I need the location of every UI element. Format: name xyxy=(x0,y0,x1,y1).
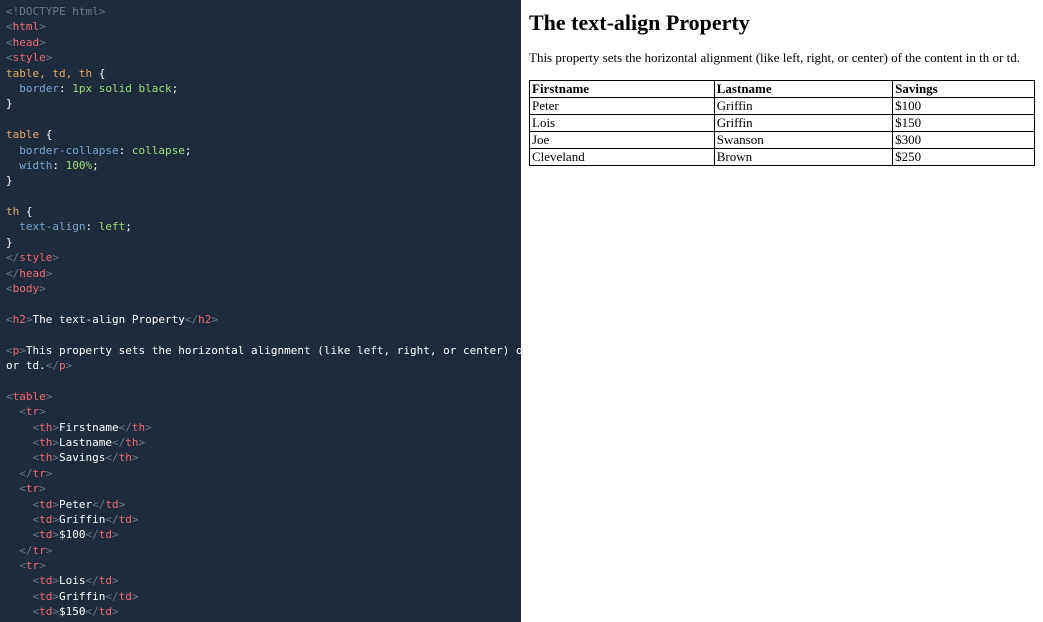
code-css-selector: table, td, th xyxy=(6,67,92,80)
code-css-prop: width xyxy=(6,159,52,172)
code-tag-style: style xyxy=(13,51,46,64)
code-text-h2: The text-align Property xyxy=(33,313,185,326)
table-cell: $150 xyxy=(893,115,1035,132)
code-tag-h2: h2 xyxy=(13,313,26,326)
code-tag-table: table xyxy=(13,390,46,403)
code-doctype-html: html xyxy=(66,5,99,18)
table-cell: $100 xyxy=(893,98,1035,115)
table-cell: Griffin xyxy=(714,98,892,115)
table-header-cell: Lastname xyxy=(714,81,892,98)
code-css-prop: text-align xyxy=(6,220,85,233)
table-cell: Joe xyxy=(530,132,715,149)
table-row: ClevelandBrown$250 xyxy=(530,149,1035,166)
table-cell: Griffin xyxy=(714,115,892,132)
code-css-selector: table xyxy=(6,128,39,141)
rendered-table: Firstname Lastname Savings PeterGriffin$… xyxy=(529,80,1035,166)
table-header-row: Firstname Lastname Savings xyxy=(530,81,1035,98)
table-cell: Peter xyxy=(530,98,715,115)
table-row: JoeSwanson$300 xyxy=(530,132,1035,149)
table-header-cell: Savings xyxy=(893,81,1035,98)
code-table-body: <tr> <th>Firstname</th> <th>Lastname</th… xyxy=(6,405,152,622)
table-row: PeterGriffin$100 xyxy=(530,98,1035,115)
code-tag-style-close: style xyxy=(19,251,52,264)
table-cell: $250 xyxy=(893,149,1035,166)
code-tag-head: head xyxy=(13,36,40,49)
code-tag-body: body xyxy=(13,282,40,295)
rendered-heading: The text-align Property xyxy=(529,10,1035,36)
code-doctype-open: <! xyxy=(6,5,19,18)
code-css-value: 100% xyxy=(66,159,93,172)
code-tag-html: html xyxy=(13,20,40,33)
table-header-cell: Firstname xyxy=(530,81,715,98)
code-css-prop: border xyxy=(6,82,59,95)
table-row: LoisGriffin$150 xyxy=(530,115,1035,132)
code-doctype-close: > xyxy=(99,5,106,18)
table-cell: Brown xyxy=(714,149,892,166)
code-css-value: 1px solid black xyxy=(72,82,171,95)
code-editor-pane[interactable]: <!DOCTYPE html> <html> <head> <style> ta… xyxy=(0,0,521,622)
code-tag-head-close: head xyxy=(19,267,46,280)
table-cell: Cleveland xyxy=(530,149,715,166)
code-text-p: This property sets the horizontal alignm… xyxy=(6,344,521,372)
code-css-prop: border-collapse xyxy=(6,144,119,157)
rendered-paragraph: This property sets the horizontal alignm… xyxy=(529,50,1035,66)
table-cell: Swanson xyxy=(714,132,892,149)
render-preview-pane: The text-align Property This property se… xyxy=(521,0,1043,622)
code-doctype-word: DOCTYPE xyxy=(19,5,65,18)
table-cell: $300 xyxy=(893,132,1035,149)
table-cell: Lois xyxy=(530,115,715,132)
code-css-selector: th xyxy=(6,205,19,218)
code-css-value: collapse xyxy=(132,144,185,157)
code-css-value: left xyxy=(99,220,126,233)
